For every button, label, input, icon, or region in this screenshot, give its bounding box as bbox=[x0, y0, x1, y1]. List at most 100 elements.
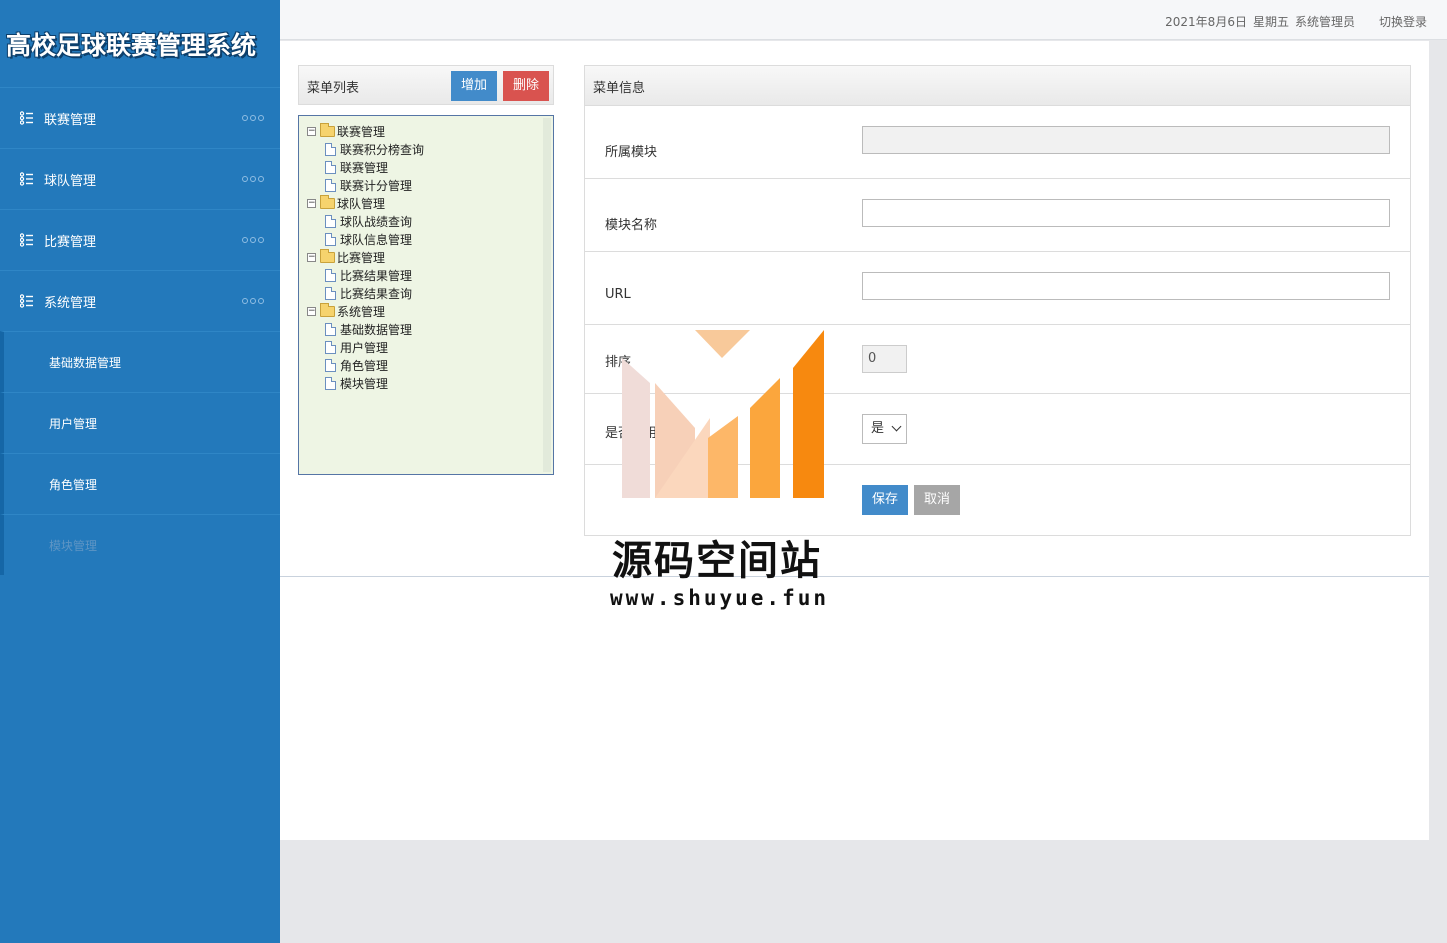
tree-leaf-node[interactable]: 球队信息管理 bbox=[307, 230, 553, 248]
module-input[interactable] bbox=[862, 126, 1390, 154]
url-row: URL bbox=[585, 252, 1410, 325]
file-icon bbox=[325, 232, 336, 246]
tree-leaf-node[interactable]: 模块管理 bbox=[307, 374, 553, 392]
menu-info-panel: 菜单信息 所属模块 模块名称 URL 排序 0 是否启用 是 保存 取消 bbox=[584, 65, 1411, 536]
file-icon bbox=[325, 376, 336, 390]
add-button[interactable]: 增加 bbox=[450, 71, 497, 101]
tree-leaf-label: 比赛结果管理 bbox=[340, 268, 413, 283]
tree-leaf-node[interactable]: 比赛结果查询 bbox=[307, 284, 553, 302]
tree-folder-node[interactable]: − 球队管理 bbox=[307, 194, 553, 212]
tree-leaf-label: 联赛计分管理 bbox=[340, 178, 413, 193]
collapse-icon[interactable]: − bbox=[307, 252, 316, 262]
menu-list-title: 菜单列表 bbox=[307, 81, 360, 96]
module-name-input[interactable] bbox=[862, 199, 1390, 227]
file-icon bbox=[325, 178, 336, 192]
file-icon bbox=[325, 214, 336, 228]
file-icon bbox=[325, 340, 336, 354]
sidebar-subitem[interactable]: 用户管理 bbox=[0, 392, 280, 453]
folder-icon bbox=[320, 122, 335, 137]
tree-folder-label: 球队管理 bbox=[337, 196, 386, 211]
collapse-icon[interactable]: − bbox=[307, 198, 316, 208]
tree-leaf-node[interactable]: 比赛结果管理 bbox=[307, 266, 553, 284]
file-icon bbox=[325, 322, 336, 336]
sidebar-subitem[interactable]: 基础数据管理 bbox=[0, 331, 280, 392]
name-row: 模块名称 bbox=[585, 179, 1410, 252]
tree-leaf-label: 用户管理 bbox=[340, 340, 389, 355]
sidebar-item[interactable]: 比赛管理 bbox=[0, 209, 280, 270]
file-icon bbox=[325, 142, 336, 156]
sidebar-subitem-label: 模块管理 bbox=[49, 538, 98, 553]
sidebar-subitem[interactable]: 角色管理 bbox=[0, 453, 280, 514]
module-name-label: 模块名称 bbox=[605, 218, 658, 233]
app-title: 高校足球联赛管理系统 bbox=[6, 30, 257, 60]
main-content: 菜单列表 增加 删除 − 联赛管理 联赛积分榜查询 联赛管理 联赛计分管理 − 球… bbox=[280, 41, 1429, 840]
sidebar-item[interactable]: 系统管理 bbox=[0, 270, 280, 331]
enabled-row: 是否启用 是 bbox=[585, 394, 1410, 465]
tree-leaf-node[interactable]: 球队战绩查询 bbox=[307, 212, 553, 230]
tree-folder-node[interactable]: − 比赛管理 bbox=[307, 248, 553, 266]
tree-folder-node[interactable]: − 系统管理 bbox=[307, 302, 553, 320]
file-icon bbox=[325, 268, 336, 282]
tree-scrollbar[interactable] bbox=[543, 118, 551, 472]
sidebar-item[interactable]: 球队管理 bbox=[0, 148, 280, 209]
tree-leaf-label: 比赛结果查询 bbox=[340, 286, 413, 301]
tree-leaf-label: 联赛管理 bbox=[340, 160, 389, 175]
menu-info-title: 菜单信息 bbox=[593, 81, 646, 96]
file-icon bbox=[325, 286, 336, 300]
folder-icon bbox=[320, 302, 335, 317]
folder-icon bbox=[320, 194, 335, 209]
menu-list-header: 菜单列表 增加 删除 bbox=[298, 65, 554, 105]
tree-folder-label: 系统管理 bbox=[337, 304, 386, 319]
app-logo: 高校足球联赛管理系统 bbox=[0, 0, 280, 87]
collapse-icon[interactable]: − bbox=[307, 306, 316, 316]
file-icon bbox=[325, 358, 336, 372]
url-input[interactable] bbox=[862, 272, 1390, 300]
list-icon bbox=[19, 172, 34, 186]
tree-leaf-node[interactable]: 用户管理 bbox=[307, 338, 553, 356]
sidebar-subitem-label: 基础数据管理 bbox=[49, 355, 122, 370]
tree-leaf-label: 球队战绩查询 bbox=[340, 214, 413, 229]
tree-leaf-label: 联赛积分榜查询 bbox=[340, 142, 425, 157]
collapse-icon[interactable]: − bbox=[307, 126, 316, 136]
url-label: URL bbox=[605, 287, 631, 302]
switch-login-link[interactable]: 切换登录 bbox=[1379, 13, 1427, 30]
list-icon bbox=[19, 233, 34, 247]
list-icon bbox=[19, 111, 34, 125]
sidebar-item[interactable]: 联赛管理 bbox=[0, 87, 280, 148]
menu-tree: − 联赛管理 联赛积分榜查询 联赛管理 联赛计分管理 − 球队管理 球队战绩查询 … bbox=[298, 115, 554, 475]
tree-leaf-node[interactable]: 联赛计分管理 bbox=[307, 176, 553, 194]
module-row: 所属模块 bbox=[585, 106, 1410, 179]
more-icon bbox=[242, 298, 264, 304]
more-icon bbox=[242, 176, 264, 182]
tree-leaf-node[interactable]: 联赛管理 bbox=[307, 158, 553, 176]
tree-leaf-node[interactable]: 联赛积分榜查询 bbox=[307, 140, 553, 158]
current-weekday: 星期五 bbox=[1252, 15, 1289, 29]
chevron-down-icon bbox=[891, 421, 902, 432]
module-label: 所属模块 bbox=[605, 145, 658, 160]
tree-leaf-node[interactable]: 角色管理 bbox=[307, 356, 553, 374]
menu-info-header: 菜单信息 bbox=[585, 66, 1410, 106]
enabled-select[interactable]: 是 bbox=[862, 414, 907, 444]
tree-leaf-node[interactable]: 基础数据管理 bbox=[307, 320, 553, 338]
file-icon bbox=[325, 160, 336, 174]
tree-leaf-label: 角色管理 bbox=[340, 358, 389, 373]
folder-icon bbox=[320, 248, 335, 263]
sidebar-subitem-label: 角色管理 bbox=[49, 477, 98, 492]
sort-input[interactable]: 0 bbox=[862, 345, 907, 373]
tree-folder-label: 联赛管理 bbox=[337, 124, 386, 139]
menu-list-panel: 菜单列表 增加 删除 − 联赛管理 联赛积分榜查询 联赛管理 联赛计分管理 − 球… bbox=[298, 65, 554, 476]
current-date: 2021年8月6日 bbox=[1165, 15, 1247, 29]
more-icon bbox=[242, 115, 264, 121]
cancel-button[interactable]: 取消 bbox=[914, 485, 961, 515]
sidebar-subitem[interactable]: 模块管理 bbox=[0, 514, 280, 575]
save-button[interactable]: 保存 bbox=[862, 485, 909, 515]
sort-row: 排序 0 bbox=[585, 325, 1410, 394]
more-icon bbox=[242, 237, 264, 243]
enabled-select-value: 是 bbox=[871, 421, 885, 436]
sort-label: 排序 bbox=[605, 355, 632, 370]
sidebar-subitem-label: 用户管理 bbox=[49, 416, 98, 431]
tree-folder-node[interactable]: − 联赛管理 bbox=[307, 122, 553, 140]
tree-leaf-label: 基础数据管理 bbox=[340, 322, 413, 337]
delete-button[interactable]: 删除 bbox=[502, 71, 549, 101]
sidebar: 高校足球联赛管理系统 联赛管理 球队管理 比赛管理 系统管理 基础数据管理 用户… bbox=[0, 0, 280, 943]
